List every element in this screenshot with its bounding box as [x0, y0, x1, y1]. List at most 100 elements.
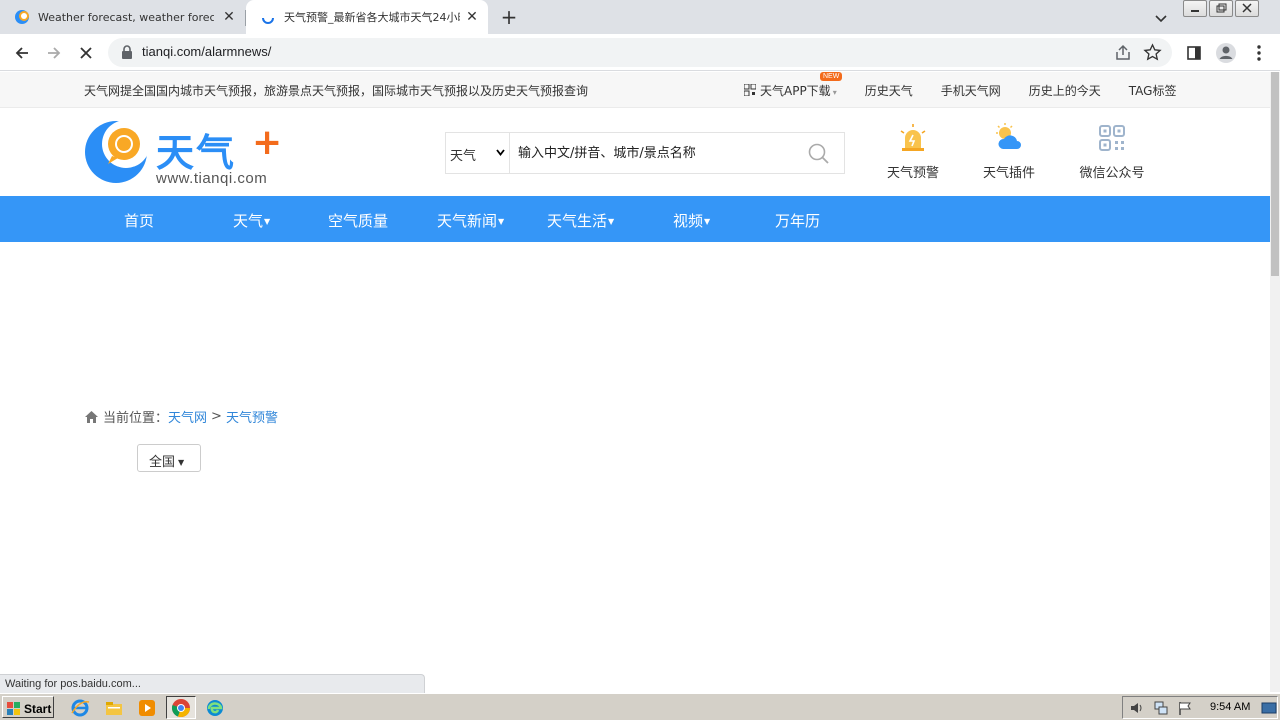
nav-item-air-quality[interactable]: 空气质量 [328, 210, 388, 231]
tab-title: 天气预警_最新省各大城市天气24小时预警 [284, 11, 460, 24]
qr-code-icon [744, 84, 756, 96]
restore-icon [1216, 3, 1227, 13]
warning-light-icon [900, 124, 926, 151]
search-type-select[interactable]: 天气 [446, 133, 510, 173]
sun-cloud-icon [996, 123, 1021, 149]
tab-title: Weather forecast, weather forecast [38, 10, 214, 24]
quick-link-wechat[interactable]: 微信公众号 [1072, 122, 1152, 188]
nav-item-label: 视频 [673, 212, 704, 230]
windows-logo-icon [7, 701, 20, 715]
caret-down-icon: ▼ [498, 217, 505, 226]
tianqi-favicon-icon [15, 10, 29, 24]
address-url: tianqi.com/alarmnews/ [142, 44, 272, 59]
quick-link-alarm[interactable]: 天气预警 [873, 122, 953, 188]
show-desktop-icon[interactable] [1261, 702, 1277, 714]
app-download-label: 天气APP下载 [760, 84, 831, 98]
chrome-icon [171, 699, 191, 718]
bookmark-star-icon[interactable] [1143, 43, 1162, 62]
main-nav: 首页 天气▼ 空气质量 天气新闻▼ 天气生活▼ 视频▼ 万年历 [0, 196, 1270, 242]
stop-icon [80, 47, 92, 59]
breadcrumb-label: 当前位置： [103, 411, 169, 426]
network-icon[interactable] [1153, 700, 1169, 716]
close-icon[interactable]: ✕ [464, 9, 480, 25]
new-tab-button[interactable]: + [498, 7, 520, 29]
nav-item-label: 天气生活 [547, 212, 608, 230]
lock-icon[interactable] [120, 45, 134, 60]
mobile-site-link[interactable]: 手机天气网 [941, 82, 1001, 99]
edge-icon[interactable] [205, 698, 225, 718]
address-bar[interactable]: tianqi.com/alarmnews/ [108, 38, 1172, 67]
site-intro-text: 天气网提全国国内城市天气预报，旅游景点天气预报，国际城市天气预报以及历史天气预报… [84, 84, 589, 98]
action-center-flag-icon[interactable] [1177, 700, 1193, 716]
quick-link-label: 微信公众号 [1079, 166, 1145, 181]
kebab-menu-icon [1257, 45, 1261, 61]
browser-menu-button[interactable] [1246, 40, 1272, 66]
system-tray: 9:54 AM [1122, 696, 1278, 719]
speaker-icon[interactable] [1129, 700, 1145, 716]
quick-link-widget[interactable]: 天气插件 [969, 122, 1049, 188]
nav-item-label: 首页 [124, 212, 155, 230]
browser-tab-weather-alarm[interactable]: 天气预警_最新省各大城市天气24小时预警 ✕ [246, 0, 488, 34]
profile-button[interactable] [1213, 40, 1239, 66]
close-window-button[interactable] [1235, 0, 1259, 17]
file-explorer-icon[interactable] [104, 698, 124, 718]
caret-down-icon: ▼ [608, 217, 615, 226]
nav-item-weather-life[interactable]: 天气生活▼ [547, 210, 614, 231]
restore-button[interactable] [1209, 0, 1233, 17]
side-panel-button[interactable] [1181, 40, 1207, 66]
search-icon[interactable] [808, 143, 830, 165]
chevron-down-icon[interactable] [1152, 9, 1170, 27]
nav-item-label: 万年历 [775, 212, 821, 230]
nav-item-label: 天气 [233, 212, 264, 230]
history-weather-link[interactable]: 历史天气 [865, 82, 913, 99]
site-topbar: 天气网提全国国内城市天气预报，旅游景点天气预报，国际城市天气预报以及历史天气预报… [0, 72, 1270, 108]
plus-icon: + [252, 122, 283, 163]
search-box: 天气 [445, 132, 845, 174]
share-icon[interactable] [1114, 44, 1132, 62]
site-domain: www.tianqi.com [156, 170, 268, 187]
tag-link[interactable]: TAG标签 [1129, 82, 1177, 99]
nav-item-home[interactable]: 首页 [124, 210, 154, 231]
media-player-icon[interactable] [137, 698, 157, 718]
sun-moon-logo-icon [85, 120, 150, 183]
new-badge: NEW [820, 72, 843, 81]
forward-button[interactable] [41, 40, 67, 66]
browser-tab-weather-forecast[interactable]: Weather forecast, weather forecast ✕ [0, 0, 245, 34]
internet-explorer-icon[interactable] [70, 698, 90, 718]
nav-item-weather[interactable]: 天气▼ [233, 210, 270, 231]
quick-link-label: 天气插件 [982, 166, 1035, 181]
browser-tabstrip: Weather forecast, weather forecast ✕ 天气预… [0, 0, 1280, 34]
chevron-down-icon: ▾ [832, 88, 837, 97]
stop-loading-button[interactable] [73, 40, 99, 66]
browser-status-bar: Waiting for pos.baidu.com... [0, 674, 425, 693]
region-selected: 全国 [149, 455, 176, 470]
breadcrumb-separator: > [211, 409, 222, 424]
caret-down-icon: ▼ [704, 217, 711, 226]
breadcrumb-home-link[interactable]: 天气网 [168, 407, 207, 426]
site-logo[interactable]: 天气 + www.tianqi.com [84, 118, 284, 187]
app-download-link[interactable]: 天气APP下载 ▾ NEW [744, 72, 843, 99]
scrollbar-thumb[interactable] [1271, 72, 1279, 276]
region-dropdown-button[interactable]: 全国 ▼ [137, 444, 201, 472]
arrow-right-icon [48, 47, 61, 59]
taskbar-clock[interactable]: 9:54 AM [1210, 701, 1250, 713]
nav-item-video[interactable]: 视频▼ [673, 210, 710, 231]
nav-item-label: 天气新闻 [437, 212, 498, 230]
home-icon [85, 410, 98, 423]
nav-item-weather-news[interactable]: 天气新闻▼ [437, 210, 504, 231]
search-type-value: 天气 [450, 149, 477, 164]
watermark-text: ANY RUN [1038, 684, 1245, 692]
breadcrumb-current-link[interactable]: 天气预警 [226, 407, 278, 426]
site-header: 天气 + www.tianqi.com 天气 天气预警 天气插件 微信公众号 [0, 108, 1270, 196]
side-panel-icon [1187, 46, 1201, 60]
topbar-links: 天气APP下载 ▾ NEW 历史天气 手机天气网 历史上的今天 TAG标签 [744, 72, 1204, 99]
search-input[interactable] [510, 133, 804, 173]
page-scrollbar[interactable] [1270, 72, 1280, 692]
nav-item-calendar[interactable]: 万年历 [775, 210, 820, 231]
today-in-history-link[interactable]: 历史上的今天 [1029, 82, 1101, 99]
close-icon[interactable]: ✕ [221, 9, 237, 25]
start-button[interactable]: Start [2, 696, 54, 718]
chrome-taskbar-button[interactable] [166, 696, 196, 719]
minimize-button[interactable] [1183, 0, 1207, 17]
back-button[interactable] [9, 40, 35, 66]
